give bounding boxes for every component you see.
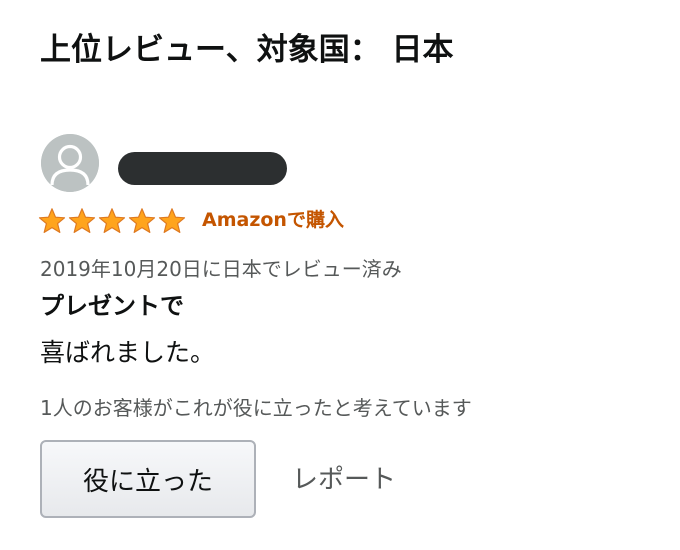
helpful-count-text: 1人のお客様がこれが役に立ったと考えています — [40, 396, 472, 420]
star-icon — [68, 208, 96, 233]
helpful-button[interactable]: 役に立った — [40, 440, 256, 518]
star-icon — [38, 208, 66, 233]
star-icon — [98, 208, 126, 233]
review-body: 喜ばれました。 — [40, 338, 216, 367]
user-avatar-icon — [41, 134, 99, 192]
section-title: 上位レビュー、対象国： 日本 — [40, 32, 454, 68]
helpful-button-label: 役に立った — [82, 466, 213, 497]
star-icon — [158, 208, 186, 233]
star-rating — [38, 207, 186, 235]
star-icon — [128, 208, 156, 233]
report-link[interactable]: レポート — [292, 462, 396, 498]
verified-purchase-badge: Amazonで購入 — [202, 209, 344, 231]
review-date: 2019年10月20日に日本でレビュー済み — [40, 257, 402, 281]
review-title: プレゼントで — [40, 292, 184, 320]
reviewer-name-redacted — [118, 152, 287, 185]
